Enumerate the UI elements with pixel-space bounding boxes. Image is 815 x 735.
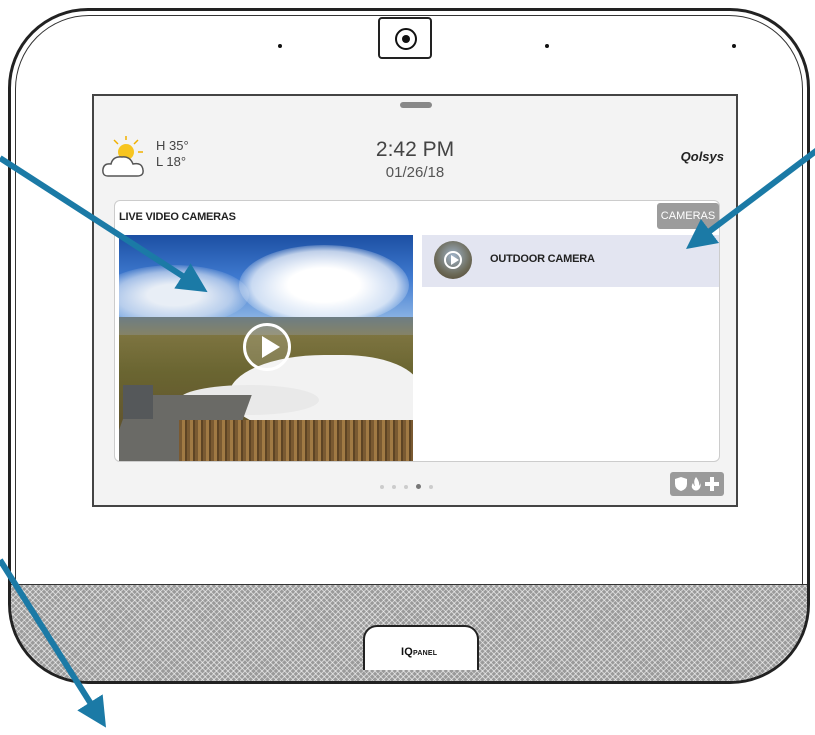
live-video-cameras-panel: LIVE VIDEO CAMERAS CAMERAS OUTDOOR CAMER… [114, 200, 720, 462]
page-dot[interactable] [404, 484, 408, 489]
play-icon[interactable] [243, 323, 291, 371]
clock: 2:42 PM 01/26/18 [94, 138, 736, 181]
camera-lens-icon [378, 17, 432, 59]
camera-name: OUTDOOR CAMERA [490, 253, 595, 265]
qolsys-logo: Qolsys [680, 149, 724, 164]
camera-list-item[interactable]: OUTDOOR CAMERA [422, 235, 719, 287]
live-video-feed[interactable] [119, 235, 413, 461]
sensor-dot [278, 44, 282, 48]
clock-time: 2:42 PM [375, 138, 455, 161]
medical-plus-icon [705, 477, 719, 491]
page-dot[interactable] [429, 484, 433, 489]
cameras-button[interactable]: CAMERAS [657, 203, 719, 229]
clock-date: 01/26/18 [385, 164, 445, 181]
fire-icon [691, 477, 701, 491]
sensor-dot [732, 44, 736, 48]
sensor-dot [545, 44, 549, 48]
brand-label: IQPANEL [401, 646, 438, 658]
page-dot[interactable] [380, 484, 384, 489]
touch-screen: H 35° L 18° 2:42 PM 01/26/18 Qolsys LIVE… [92, 94, 738, 507]
pull-down-handle[interactable] [400, 102, 432, 108]
page-dot-active[interactable] [416, 484, 421, 490]
page-indicator [380, 478, 441, 490]
camera-thumbnail-play-icon [434, 241, 472, 279]
emergency-button[interactable] [670, 472, 724, 496]
panel-title: LIVE VIDEO CAMERAS [119, 211, 236, 223]
page-dot[interactable] [392, 484, 396, 489]
shield-icon [675, 477, 687, 491]
brand-tab: IQPANEL [363, 625, 479, 670]
